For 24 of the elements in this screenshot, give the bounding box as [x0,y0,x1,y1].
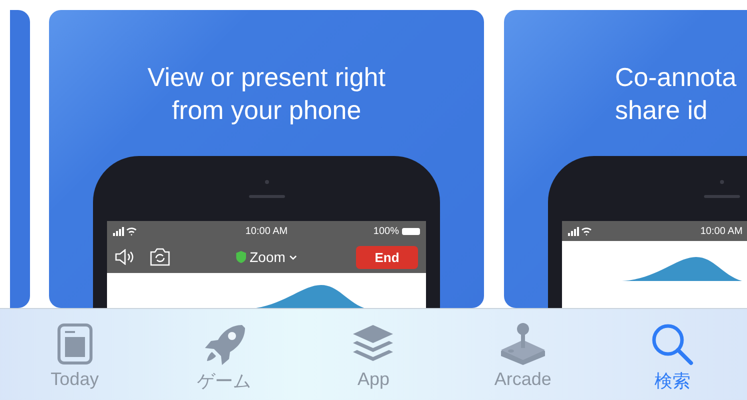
cellular-signal-icon [568,226,592,236]
battery-percentage: 100% [373,226,399,236]
tab-item[interactable]: ゲーム [149,309,299,400]
end-button[interactable]: End [356,246,418,268]
battery-icon [402,228,420,234]
caption-text: Co-annota [615,61,736,94]
cellular-signal-icon [113,226,137,236]
shield-icon [236,251,246,263]
caption-text: from your phone [172,94,362,127]
switch-camera-icon[interactable] [149,248,171,266]
tab-item[interactable]: 検索 [598,309,747,400]
status-time: 10:00 AM [245,226,288,236]
chevron-down-icon [289,254,298,260]
caption-text: share id [615,94,708,127]
tab-item[interactable]: Today [0,309,150,400]
speaker-icon[interactable] [115,249,135,265]
today-tab-icon [56,323,93,365]
tab-item[interactable]: Arcade [448,309,598,400]
search-icon [650,322,694,366]
tab-item[interactable]: App [298,309,448,400]
status-time: 10:00 AM [700,226,743,236]
rocket-icon [202,322,246,366]
meeting-title-dropdown[interactable]: Zoom [236,249,298,265]
caption-text: View or present right [148,61,386,94]
